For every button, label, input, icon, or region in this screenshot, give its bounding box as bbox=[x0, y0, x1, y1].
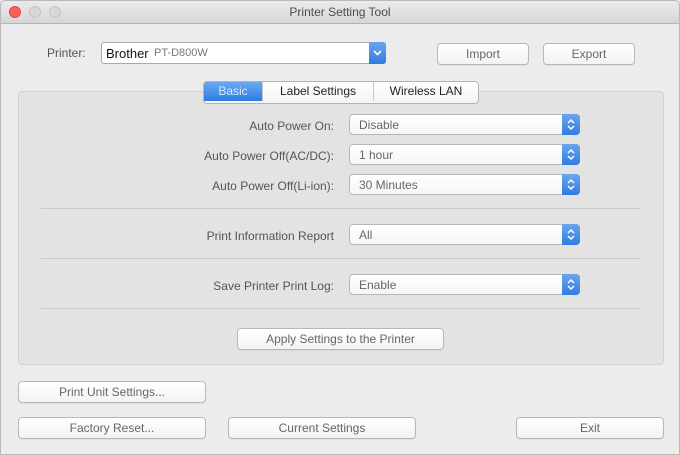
divider bbox=[41, 308, 640, 309]
save-print-log-select[interactable]: Enable bbox=[349, 274, 580, 295]
printer-combobox[interactable]: Brother PT-D800W bbox=[101, 42, 386, 64]
divider bbox=[41, 208, 640, 209]
select-stepper-icon bbox=[562, 224, 580, 245]
tab-label-settings[interactable]: Label Settings bbox=[262, 82, 373, 101]
tab-wireless-lan[interactable]: Wireless LAN bbox=[373, 82, 478, 101]
select-stepper-icon bbox=[562, 144, 580, 165]
save-print-log-value: Enable bbox=[359, 278, 397, 292]
export-button[interactable]: Export bbox=[543, 43, 635, 65]
auto-power-off-ac-value: 1 hour bbox=[359, 148, 394, 162]
auto-power-off-li-value: 30 Minutes bbox=[359, 178, 418, 192]
print-info-report-label: Print Information Report bbox=[206, 229, 334, 243]
printer-setting-tool-window: Printer Setting Tool Printer: Brother PT… bbox=[0, 0, 680, 455]
window-title: Printer Setting Tool bbox=[289, 5, 391, 19]
auto-power-off-ac-select[interactable]: 1 hour bbox=[349, 144, 580, 165]
tab-basic[interactable]: Basic bbox=[204, 82, 262, 101]
print-info-report-value: All bbox=[359, 228, 373, 242]
select-stepper-icon bbox=[562, 274, 580, 295]
import-button[interactable]: Import bbox=[437, 43, 529, 65]
select-stepper-icon bbox=[562, 114, 580, 135]
divider bbox=[41, 258, 640, 259]
exit-button[interactable]: Exit bbox=[516, 417, 664, 439]
chevron-down-icon[interactable] bbox=[369, 42, 386, 64]
auto-power-on-label: Auto Power On: bbox=[249, 119, 334, 133]
auto-power-on-value: Disable bbox=[359, 118, 400, 132]
printer-label: Printer: bbox=[47, 46, 86, 60]
printer-model: PT-D800W bbox=[154, 47, 208, 59]
select-stepper-icon bbox=[562, 174, 580, 195]
apply-settings-button[interactable]: Apply Settings to the Printer bbox=[237, 328, 444, 350]
print-info-report-select[interactable]: All bbox=[349, 224, 580, 245]
auto-power-off-li-select[interactable]: 30 Minutes bbox=[349, 174, 580, 195]
settings-tabs: Basic Label Settings Wireless LAN bbox=[203, 81, 479, 104]
auto-power-off-li-label: Auto Power Off(Li-ion): bbox=[212, 179, 334, 193]
save-print-log-label: Save Printer Print Log: bbox=[213, 279, 334, 293]
factory-reset-button[interactable]: Factory Reset... bbox=[18, 417, 206, 439]
printer-brand: Brother bbox=[106, 46, 149, 61]
current-settings-button[interactable]: Current Settings bbox=[228, 417, 416, 439]
auto-power-on-select[interactable]: Disable bbox=[349, 114, 580, 135]
print-unit-settings-button[interactable]: Print Unit Settings... bbox=[18, 381, 206, 403]
title-bar[interactable]: Printer Setting Tool bbox=[1, 1, 679, 24]
auto-power-off-ac-label: Auto Power Off(AC/DC): bbox=[204, 149, 334, 163]
